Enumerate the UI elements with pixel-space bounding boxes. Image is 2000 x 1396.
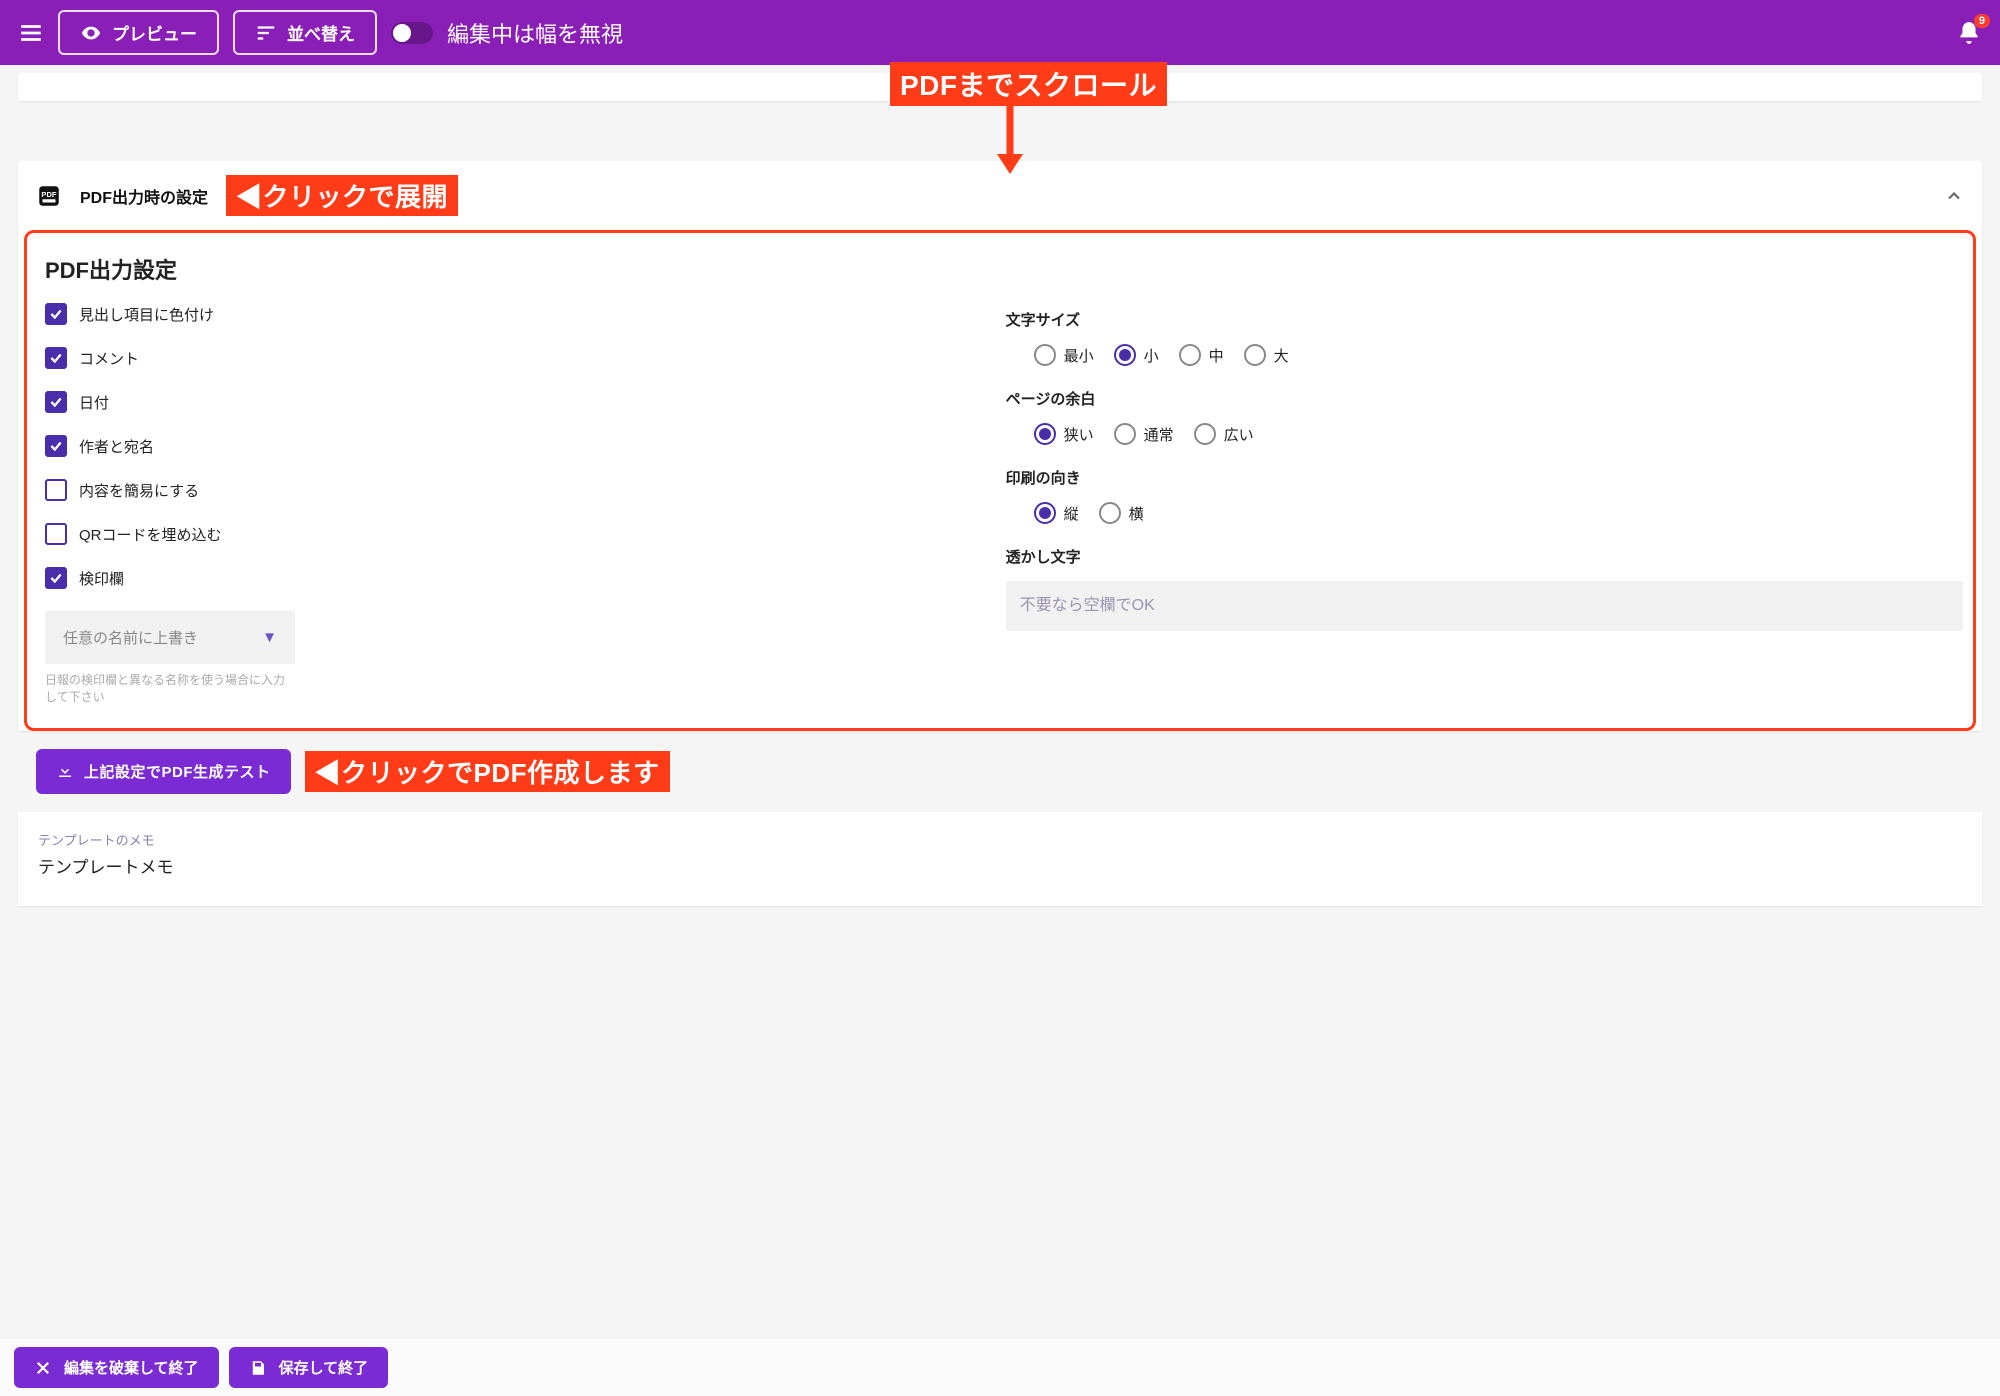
discard-label: 編集を破棄して終了	[64, 1357, 199, 1378]
seal-name-select[interactable]: 任意の名前に上書き ▼	[45, 611, 295, 664]
topbar-title: 編集中は幅を無視	[447, 17, 623, 49]
checkbox-color-headings[interactable]	[45, 303, 67, 325]
topbar: プレビュー 並べ替え 編集中は幅を無視 9	[0, 0, 2000, 65]
orientation-group: 縦 横	[1006, 502, 1963, 524]
preview-label: プレビュー	[112, 20, 197, 45]
font-size-label: 文字サイズ	[1006, 309, 1963, 330]
checkbox-label: 検印欄	[79, 568, 124, 589]
font-size-group: 最小 小 中 大	[1006, 344, 1963, 366]
radio-orientation-portrait[interactable]	[1034, 502, 1056, 524]
pdf-icon: PDF	[36, 183, 62, 209]
margin-label: ページの余白	[1006, 388, 1963, 409]
generate-label: 上記設定でPDF生成テスト	[84, 761, 271, 782]
save-label: 保存して終了	[279, 1357, 369, 1378]
checkbox-label: 日付	[79, 392, 109, 413]
save-button[interactable]: 保存して終了	[229, 1347, 389, 1388]
select-helper: 日報の検印欄と異なる名称を使う場合に入力して下さい	[45, 672, 295, 706]
accordion-title: PDF出力時の設定	[80, 184, 208, 208]
notifications-button[interactable]: 9	[1956, 20, 1982, 46]
dropdown-icon: ▼	[262, 629, 277, 646]
chevron-up-icon	[1944, 186, 1964, 206]
watermark-input[interactable]	[1006, 581, 1963, 631]
preview-button[interactable]: プレビュー	[58, 10, 219, 55]
sort-button[interactable]: 並べ替え	[233, 10, 377, 55]
checkbox-label: 見出し項目に色付け	[79, 304, 214, 325]
radio-margin-narrow[interactable]	[1034, 423, 1056, 445]
accordion-body: PDF出力設定 見出し項目に色付け コメント	[24, 230, 1976, 731]
radio-margin-normal[interactable]	[1114, 423, 1136, 445]
select-placeholder: 任意の名前に上書き	[63, 627, 198, 648]
checkbox-embed-qr[interactable]	[45, 523, 67, 545]
arrow-down-icon	[995, 104, 1025, 174]
bottom-bar: 編集を破棄して終了 保存して終了	[0, 1339, 2000, 1396]
memo-label: テンプレートのメモ	[38, 830, 1962, 849]
menu-button[interactable]	[18, 20, 44, 46]
checkbox-author-recipient[interactable]	[45, 435, 67, 457]
radio-margin-wide[interactable]	[1194, 423, 1216, 445]
close-icon	[34, 1359, 52, 1377]
radio-orientation-landscape[interactable]	[1099, 502, 1121, 524]
checkbox-label: コメント	[79, 348, 139, 369]
checkbox-date[interactable]	[45, 391, 67, 413]
download-icon	[56, 762, 74, 780]
checkbox-label: QRコードを埋め込む	[79, 524, 222, 545]
checkbox-label: 内容を簡易にする	[79, 480, 199, 501]
annotation-scroll: PDFまでスクロール	[890, 62, 1167, 106]
radio-font-m[interactable]	[1179, 344, 1201, 366]
svg-text:PDF: PDF	[41, 190, 57, 199]
checkbox-seal[interactable]	[45, 567, 67, 589]
toggle-knob	[393, 24, 411, 42]
hamburger-icon	[18, 20, 44, 46]
sort-label: 並べ替え	[287, 20, 355, 45]
annotation-generate: ◀クリックでPDF作成します	[305, 751, 670, 792]
checkbox-comments[interactable]	[45, 347, 67, 369]
save-icon	[249, 1359, 267, 1377]
page-body: PDF PDF出力時の設定 ◀クリックで展開 PDF出力設定 見出し項目に色付け	[0, 65, 2000, 986]
watermark-label: 透かし文字	[1006, 546, 1963, 567]
discard-button[interactable]: 編集を破棄して終了	[14, 1347, 219, 1388]
radio-font-s[interactable]	[1114, 344, 1136, 366]
generate-row: 上記設定でPDF生成テスト ◀クリックでPDF作成します	[36, 749, 1982, 794]
pdf-settings-card: PDF PDF出力時の設定 ◀クリックで展開 PDF出力設定 見出し項目に色付け	[18, 161, 1982, 731]
annotation-expand: ◀クリックで展開	[226, 175, 458, 216]
notifications-badge: 9	[1974, 14, 1990, 28]
settings-left-column: 見出し項目に色付け コメント 日付	[45, 303, 966, 706]
settings-right-column: 文字サイズ 最小 小 中 大 ページの余白 狭い	[1006, 303, 1963, 706]
radio-font-xs[interactable]	[1034, 344, 1056, 366]
template-memo-card: テンプレートのメモ テンプレートメモ	[18, 812, 1982, 906]
sort-icon	[255, 22, 277, 44]
ignore-width-toggle[interactable]	[391, 22, 433, 44]
checkbox-label: 作者と宛名	[79, 436, 154, 457]
memo-value: テンプレートメモ	[38, 853, 1962, 878]
settings-title: PDF出力設定	[45, 253, 1963, 285]
margin-group: 狭い 通常 広い	[1006, 423, 1963, 445]
orientation-label: 印刷の向き	[1006, 467, 1963, 488]
eye-icon	[80, 22, 102, 44]
checkbox-simplify[interactable]	[45, 479, 67, 501]
generate-pdf-button[interactable]: 上記設定でPDF生成テスト	[36, 749, 291, 794]
radio-font-l[interactable]	[1244, 344, 1266, 366]
